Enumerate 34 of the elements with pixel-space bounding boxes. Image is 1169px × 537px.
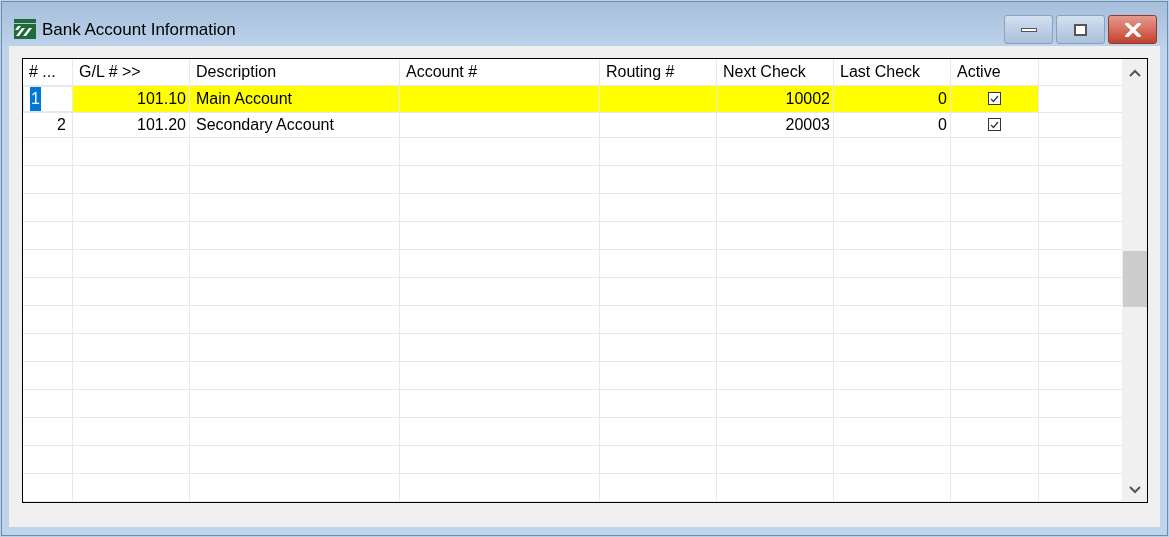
scroll-up-icon[interactable] — [1128, 69, 1141, 77]
scrollbar-thumb[interactable] — [1122, 251, 1147, 307]
checkbox[interactable] — [988, 92, 1001, 106]
window-title: Bank Account Information — [42, 20, 236, 40]
column-header: Routing # — [600, 59, 717, 85]
column-header: # ... — [23, 59, 73, 85]
checkbox[interactable] — [988, 118, 1001, 132]
scroll-down-icon[interactable] — [1128, 486, 1141, 494]
table-cell: Secondary Account — [190, 112, 400, 137]
column-header: G/L # >> — [73, 59, 190, 85]
table-row[interactable]: 2 101.20 Secondary Account 20003 0 — [23, 112, 1122, 138]
vertical-scrollbar[interactable] — [1122, 59, 1147, 502]
app-logo-icon — [14, 19, 36, 39]
table-cell: Main Account — [190, 85, 400, 112]
column-header: Last Check — [834, 59, 951, 85]
column-header: Description — [190, 59, 400, 85]
table-cell: 101.20 — [73, 112, 190, 137]
table-cell: 1 — [23, 85, 73, 112]
table-cell: 10002 — [717, 85, 834, 112]
column-header: Active — [951, 59, 1039, 85]
column-header: Next Check — [717, 59, 834, 85]
column-header: Account # — [400, 59, 600, 85]
close-button[interactable] — [1108, 15, 1157, 44]
table-row[interactable]: 1 101.10 Main Account 10002 0 — [23, 85, 1122, 113]
table-cell: 101.10 — [73, 85, 190, 112]
maximize-icon — [1074, 23, 1087, 36]
minimize-button[interactable] — [1004, 15, 1053, 44]
minimize-icon — [1020, 27, 1037, 32]
table-cell: 0 — [834, 112, 951, 137]
maximize-button[interactable] — [1056, 15, 1105, 44]
table-cell: 2 — [23, 112, 73, 137]
table-cell: 0 — [834, 85, 951, 112]
table-cell: 20003 — [717, 112, 834, 137]
close-icon — [1124, 22, 1141, 37]
